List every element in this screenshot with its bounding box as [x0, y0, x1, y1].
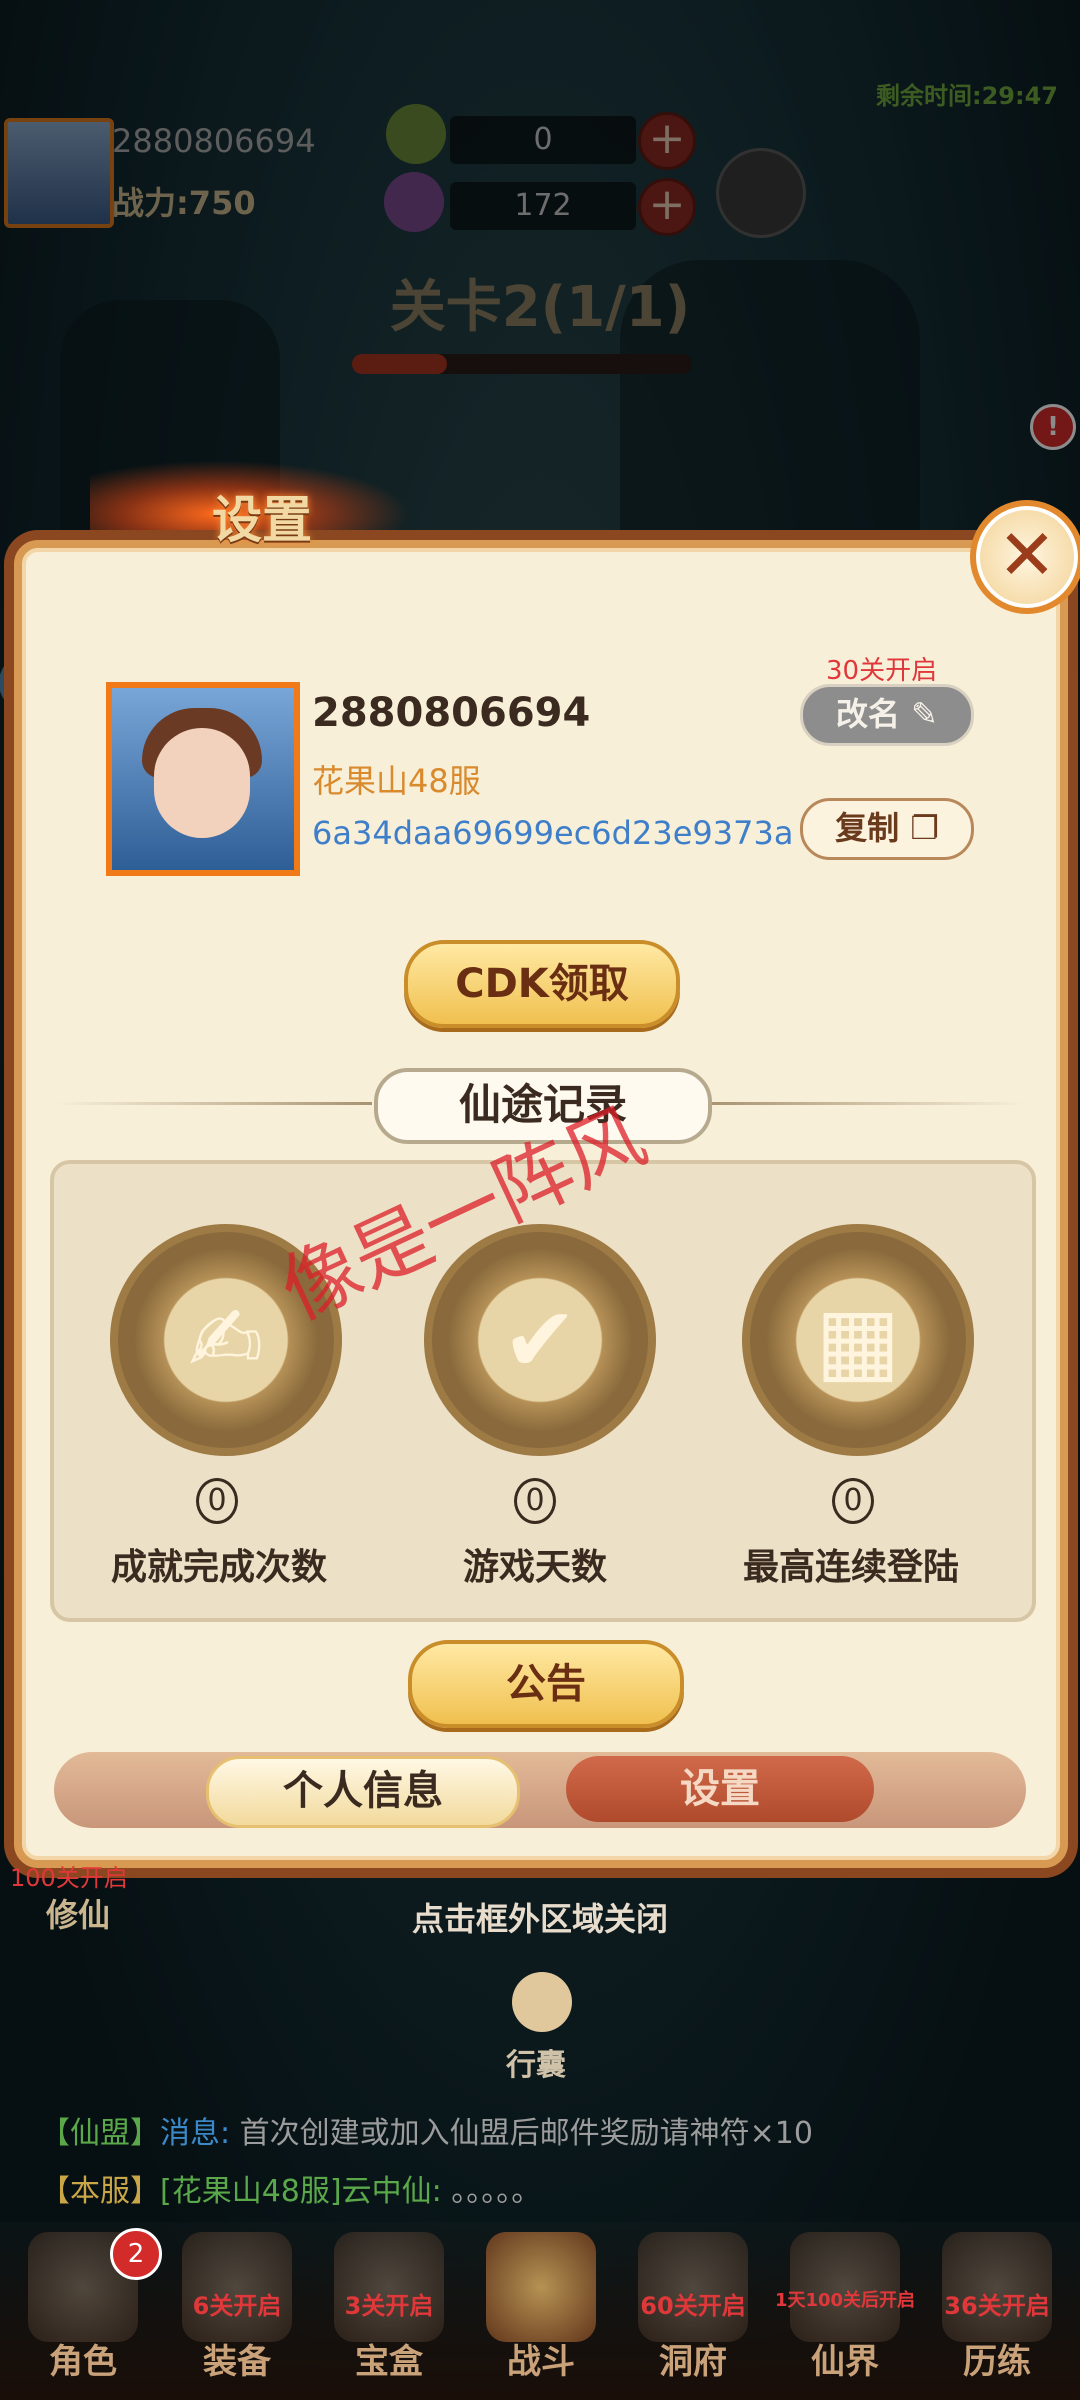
close-button[interactable]: ✕: [970, 500, 1080, 614]
stat-label: 游戏天数: [462, 1547, 607, 1588]
avatar-face: [154, 728, 250, 838]
profile-hash: 6a34daa69699ec6d23e9373a: [312, 814, 794, 852]
nav-equipment[interactable]: 6关开启 装备: [162, 2232, 312, 2383]
chat-text: 首次创建或加入仙盟后邮件奖励请神符×10: [230, 2116, 813, 2151]
profile-server: 花果山48服: [312, 762, 481, 800]
panel-title: 设置: [212, 491, 312, 549]
nav-badge: 2: [110, 2228, 162, 2280]
rename-button[interactable]: 改名 ✎: [800, 684, 974, 746]
nav-lock: 3关开启: [344, 2292, 434, 2320]
profile-avatar: [106, 682, 300, 876]
chat-name: 云中仙:: [341, 2174, 442, 2209]
nav-cave[interactable]: 60关开启 洞府: [618, 2232, 768, 2383]
rename-unlock-note: 30关开启: [826, 656, 938, 686]
tab-personal-info[interactable]: 个人信息: [206, 1756, 520, 1828]
chat-server: [花果山48服]: [160, 2174, 342, 2209]
copy-button[interactable]: 复制 ❐: [800, 798, 974, 860]
profile-uid: 2880806694: [312, 690, 591, 736]
tab-settings[interactable]: 设置: [566, 1756, 874, 1822]
nav-box[interactable]: 3关开启 宝盒: [314, 2232, 464, 2383]
crossed-swords-icon: [486, 2232, 596, 2342]
stat-value: 0: [832, 1478, 874, 1524]
copy-label: 复制: [835, 809, 900, 847]
stat-label: 成就完成次数: [110, 1547, 327, 1588]
bag-label: 行囊: [506, 2048, 566, 2083]
divider-right: [708, 1102, 1024, 1105]
calendar-brush-icon: ▦: [742, 1224, 974, 1456]
cdk-button[interactable]: CDK领取: [404, 940, 680, 1028]
nav-training[interactable]: 36关开启 历练: [922, 2232, 1072, 2383]
copy-icon: ❐: [910, 809, 939, 847]
close-hint: 点击框外区域关闭: [411, 1900, 668, 1938]
nav-lock: 60关开启: [640, 2292, 746, 2320]
divider-left: [56, 1102, 372, 1105]
stat-value: 0: [196, 1478, 238, 1524]
stat-value: 0: [514, 1478, 556, 1524]
chat-prefix: 消息:: [160, 2116, 231, 2151]
xiuxian-unlock-note: 100关开启: [10, 1864, 128, 1892]
brush-icon: ✎: [911, 695, 938, 733]
nav-lock: 6关开启: [192, 2292, 282, 2320]
chat-text: 。。。。。: [441, 2174, 542, 2209]
nav-lock: 36关开启: [944, 2292, 1050, 2320]
tab-bar: [54, 1752, 1026, 1828]
chat-tag: 【仙盟】: [40, 2116, 160, 2151]
bag-icon[interactable]: [512, 1972, 572, 2032]
nav-battle[interactable]: 战斗: [466, 2232, 616, 2383]
chat-tag: 【本服】: [40, 2174, 160, 2209]
rename-label: 改名: [836, 695, 901, 733]
chat-line[interactable]: 【本服】[花果山48服]云中仙: 。。。。。: [40, 2166, 541, 2210]
notice-button[interactable]: 公告: [408, 1640, 684, 1728]
nav-immortal-realm[interactable]: 1天100关后开启 仙界: [770, 2232, 920, 2383]
chat-line[interactable]: 【仙盟】消息: 首次创建或加入仙盟后邮件奖励请神符×10: [40, 2108, 813, 2152]
stat-label: 最高连续登陆: [742, 1547, 959, 1588]
nav-lock: 1天100关后开启: [774, 2290, 916, 2311]
